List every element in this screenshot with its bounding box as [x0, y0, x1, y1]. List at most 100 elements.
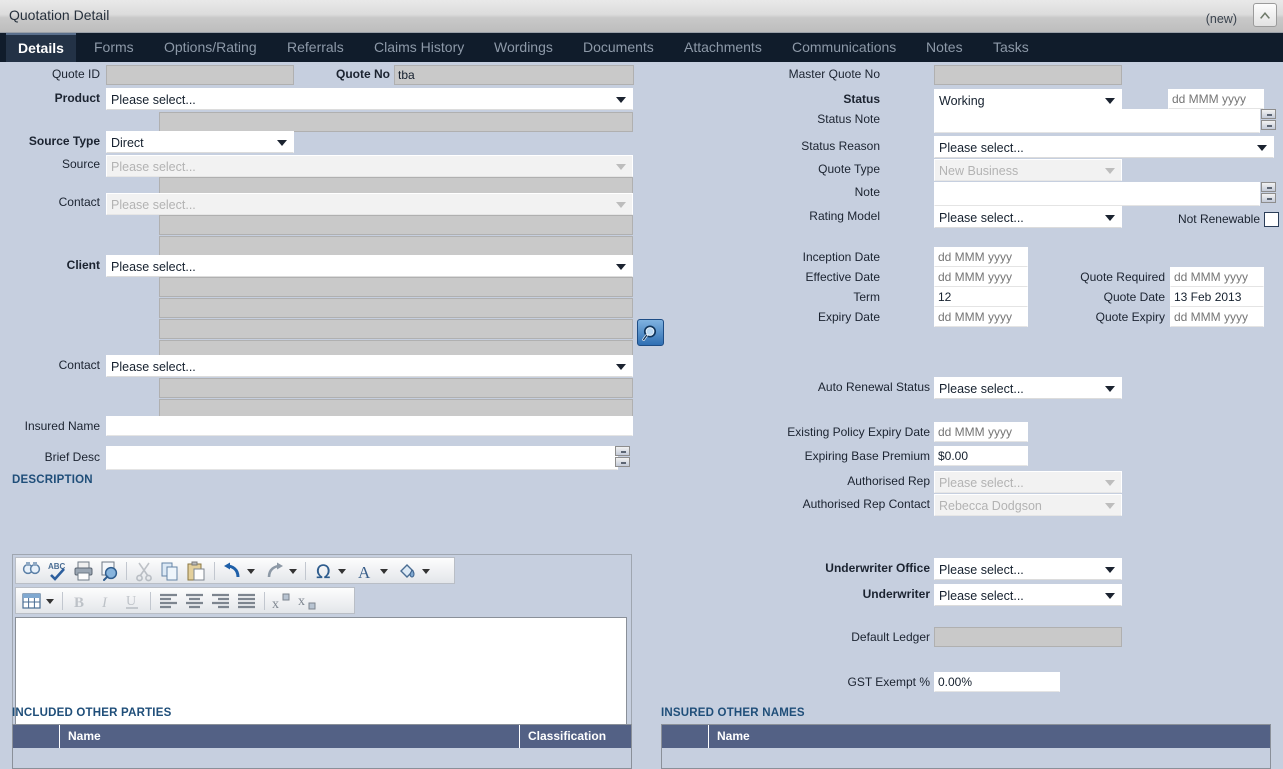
term-input[interactable]: [934, 287, 1028, 307]
source-select[interactable]: Please select...: [106, 155, 633, 177]
source-type-label: Source Type: [28, 134, 100, 148]
quote-expiry-input[interactable]: [1170, 307, 1264, 327]
expander-up-icon[interactable]: [1261, 182, 1276, 192]
tab-referrals[interactable]: Referrals: [275, 33, 356, 62]
brief-desc-input[interactable]: [106, 446, 618, 470]
underwriter-office-select[interactable]: Please select...: [934, 558, 1122, 580]
symbol-dropdown-arrow-icon[interactable]: [338, 569, 346, 574]
paste-icon[interactable]: [185, 560, 208, 582]
gst-exempt-input[interactable]: [934, 672, 1060, 692]
tab-attachments[interactable]: Attachments: [672, 33, 774, 62]
inception-date-label: Inception Date: [802, 250, 880, 264]
undo-dropdown-arrow-icon[interactable]: [247, 569, 255, 574]
expander-up-icon[interactable]: [615, 446, 630, 456]
quote-no-input[interactable]: [394, 65, 634, 85]
chevron-down-icon: [1105, 168, 1115, 174]
product-select[interactable]: Please select...: [106, 88, 633, 110]
insured-name-input[interactable]: [106, 416, 633, 436]
align-left-icon[interactable]: [157, 590, 180, 612]
svg-text:I: I: [101, 595, 108, 611]
expander-up-icon[interactable]: [1261, 109, 1276, 119]
expander-down-icon[interactable]: [1261, 193, 1276, 203]
undo-icon[interactable]: [221, 560, 244, 582]
rating-model-select-value: Please select...: [939, 211, 1024, 225]
table-icon[interactable]: [20, 590, 43, 612]
copy-icon[interactable]: [159, 560, 182, 582]
find-icon[interactable]: [20, 560, 43, 582]
cut-icon: [133, 560, 156, 582]
note-input[interactable]: [934, 182, 1260, 206]
not-renewable-label: Not Renewable: [1177, 212, 1260, 226]
tab-details[interactable]: Details: [6, 33, 76, 62]
align-right-icon[interactable]: [209, 590, 232, 612]
status-date-input[interactable]: [1168, 89, 1264, 109]
tab-documents[interactable]: Documents: [571, 33, 666, 62]
subscript-icon[interactable]: x: [297, 590, 320, 612]
client-search-button[interactable]: [637, 319, 664, 346]
bold-icon: B: [69, 590, 92, 612]
status-note-input[interactable]: [934, 109, 1260, 133]
source-contact-detail-1: [159, 215, 633, 235]
print-preview-icon[interactable]: [98, 560, 121, 582]
auto-renewal-status-select[interactable]: Please select...: [934, 377, 1122, 399]
source-type-select[interactable]: Direct: [106, 131, 294, 153]
tab-wordings[interactable]: Wordings: [482, 33, 565, 62]
effective-date-input[interactable]: [934, 267, 1028, 287]
quote-required-input[interactable]: [1170, 267, 1264, 287]
highlight-color-dropdown-arrow-icon[interactable]: [422, 569, 430, 574]
tab-claims-history[interactable]: Claims History: [362, 33, 476, 62]
column-header-classification[interactable]: Classification: [519, 725, 631, 748]
expiry-date-input[interactable]: [934, 307, 1028, 327]
inception-date-input[interactable]: [934, 247, 1028, 267]
tab-communications[interactable]: Communications: [780, 33, 908, 62]
redo-icon[interactable]: [263, 560, 286, 582]
status-reason-select[interactable]: Please select...: [934, 136, 1274, 158]
tab-bar: Details Forms Options/Rating Referrals Claim…: [0, 33, 1283, 62]
column-header-name[interactable]: Name: [708, 725, 1270, 748]
print-icon[interactable]: [72, 560, 95, 582]
status-reason-label: Status Reason: [801, 139, 880, 153]
existing-policy-expiry-input[interactable]: [934, 422, 1028, 442]
expander-down-icon[interactable]: [1261, 120, 1276, 130]
authorised-rep-select[interactable]: Please select...: [934, 471, 1122, 493]
table-dropdown-arrow-icon[interactable]: [46, 599, 54, 604]
client-label: Client: [66, 258, 100, 272]
underwriter-select[interactable]: Please select...: [934, 584, 1122, 606]
quote-type-select[interactable]: New Business: [934, 159, 1122, 181]
collapse-button[interactable]: [1253, 3, 1277, 27]
tab-notes[interactable]: Notes: [914, 33, 975, 62]
chevron-down-icon: [277, 140, 287, 146]
chevron-down-icon: [616, 97, 626, 103]
client-select[interactable]: Please select...: [106, 255, 633, 277]
tab-options-rating[interactable]: Options/Rating: [152, 33, 269, 62]
status-select[interactable]: Working: [934, 89, 1122, 111]
redo-dropdown-arrow-icon[interactable]: [289, 569, 297, 574]
chevron-down-icon: [616, 202, 626, 208]
note-expander[interactable]: [1261, 182, 1276, 204]
font-color-icon[interactable]: A: [354, 560, 377, 582]
tab-forms[interactable]: Forms: [82, 33, 146, 62]
align-justify-icon[interactable]: [235, 590, 258, 612]
expiring-base-premium-input[interactable]: [934, 446, 1028, 466]
brief-desc-expander[interactable]: [615, 446, 630, 468]
font-color-dropdown-arrow-icon[interactable]: [380, 569, 388, 574]
symbol-icon[interactable]: Ω: [312, 560, 335, 583]
rating-model-select[interactable]: Please select...: [934, 206, 1122, 228]
spellcheck-icon[interactable]: ABC: [46, 560, 69, 582]
default-ledger-field: [934, 627, 1122, 647]
source-contact-select[interactable]: Please select...: [106, 193, 633, 215]
not-renewable-checkbox[interactable]: [1264, 212, 1279, 227]
column-header-name[interactable]: Name: [59, 725, 519, 748]
expander-down-icon[interactable]: [615, 457, 630, 467]
highlight-color-icon[interactable]: [396, 560, 419, 582]
quote-date-label: Quote Date: [1103, 290, 1165, 304]
tab-tasks[interactable]: Tasks: [981, 33, 1041, 62]
align-center-icon[interactable]: [183, 590, 206, 612]
page-title: Quotation Detail: [9, 7, 110, 23]
status-note-expander[interactable]: [1261, 109, 1276, 131]
superscript-icon[interactable]: x: [271, 590, 294, 612]
authorised-rep-contact-select[interactable]: Rebecca Dodgson: [934, 494, 1122, 516]
chevron-down-icon: [1105, 215, 1115, 221]
quote-date-input[interactable]: [1170, 287, 1264, 307]
client-contact-select[interactable]: Please select...: [106, 355, 633, 377]
